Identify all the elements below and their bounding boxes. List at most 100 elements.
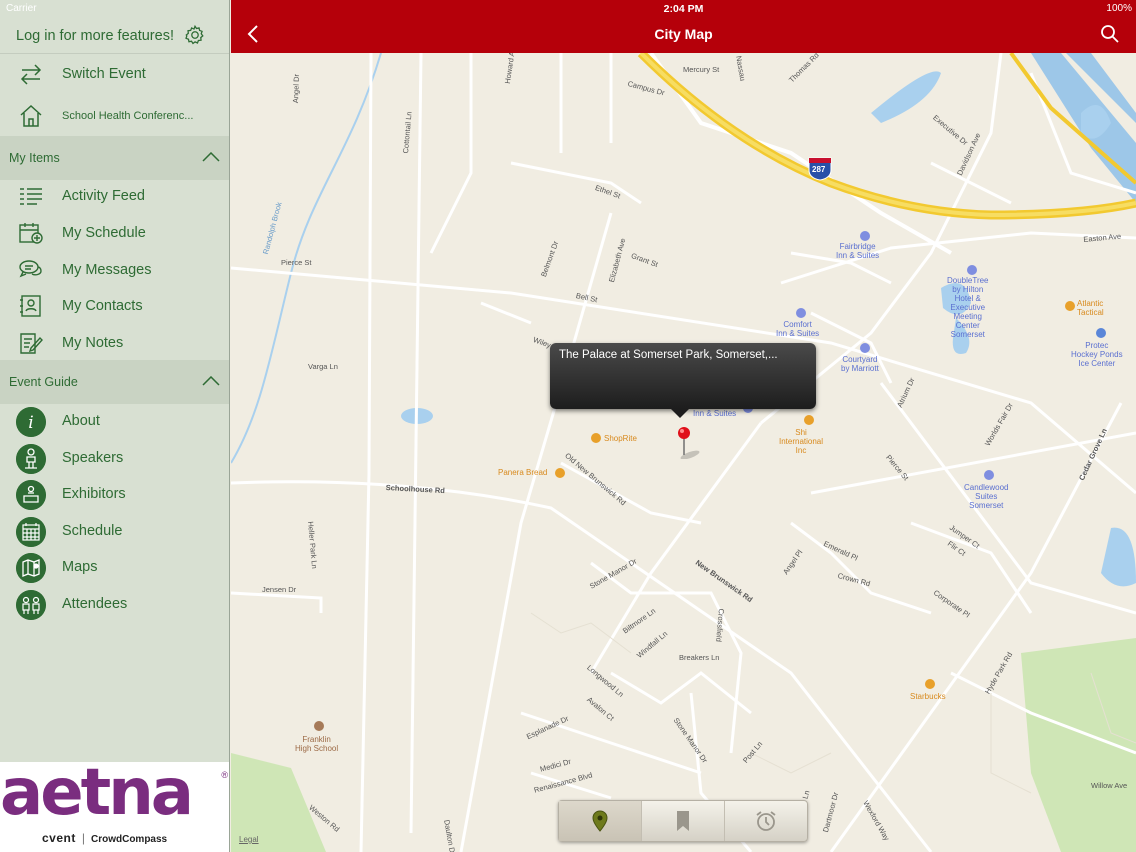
legal-link[interactable]: Legal — [239, 835, 259, 844]
street-label: Breakers Ln — [679, 653, 720, 662]
sidebar-item-exhibitors[interactable]: Exhibitors — [0, 476, 229, 512]
sidebar-item-activity-feed[interactable]: Activity Feed — [0, 178, 229, 214]
contact-card-icon — [20, 295, 41, 317]
hotel-marker[interactable] — [984, 470, 994, 480]
alarm-clock-icon — [756, 811, 776, 831]
status-time: 2:04 PM — [663, 3, 704, 15]
chevron-up-icon[interactable] — [202, 376, 220, 386]
location-button[interactable] — [559, 801, 642, 841]
alarm-button[interactable] — [725, 801, 807, 841]
sidebar-item-my-notes[interactable]: My Notes — [0, 325, 229, 361]
navigation-bar: 2:04 PM 100% City Map — [231, 0, 1136, 53]
street-label: Pierce St — [281, 258, 312, 267]
city-map[interactable]: 287 Mercury St Nassau Thomas Rd Campus D… — [231, 53, 1136, 852]
shop-marker[interactable] — [1065, 301, 1075, 311]
poi-label[interactable]: Inn & Suites — [693, 409, 736, 418]
sport-marker[interactable] — [1096, 328, 1106, 338]
my-items-header[interactable]: My Items — [0, 136, 229, 180]
poi-label[interactable]: DoubleTree by Hilton Hotel & Executive M… — [947, 276, 989, 339]
cvent-logo: cvent — [42, 831, 76, 845]
home-icon — [20, 104, 42, 127]
sidebar: Carrier Log in for more features! Switch… — [0, 0, 230, 852]
calendar-grid-icon — [16, 517, 46, 547]
sidebar-item-speakers[interactable]: Speakers — [0, 440, 229, 476]
exhibitors-label: Exhibitors — [62, 486, 126, 502]
search-icon[interactable] — [1100, 24, 1120, 44]
brand-separator: | — [81, 831, 85, 845]
poi-label[interactable]: Shi International Inc — [779, 428, 823, 455]
poi-label[interactable]: Starbucks — [910, 692, 946, 701]
bookmark-icon — [677, 811, 689, 831]
poi-label[interactable]: Protec Hockey Ponds Ice Center — [1071, 341, 1123, 368]
event-home-label: School Health Conferenc... — [62, 110, 194, 122]
map-pin-icon — [592, 810, 608, 832]
callout-title: The Palace at Somerset Park, Somerset,..… — [559, 349, 778, 361]
sidebar-item-my-messages[interactable]: My Messages — [0, 252, 229, 288]
poi-label[interactable]: Courtyard by Marriott — [841, 355, 879, 373]
location-callout[interactable]: The Palace at Somerset Park, Somerset,..… — [550, 343, 816, 418]
my-contacts-label: My Contacts — [62, 298, 143, 314]
poi-label[interactable]: Panera Bread — [498, 468, 547, 477]
status-carrier: Carrier — [6, 3, 37, 14]
event-home-item[interactable]: School Health Conferenc... — [0, 98, 229, 134]
hotel-marker[interactable] — [796, 308, 806, 318]
login-button[interactable]: Log in for more features! — [0, 18, 229, 54]
map-icon — [16, 553, 46, 583]
schedule-label: Schedule — [62, 523, 123, 539]
svg-text:i: i — [28, 413, 33, 433]
poi-label[interactable]: ShopRite — [604, 434, 637, 443]
app-root: Carrier Log in for more features! Switch… — [0, 0, 1136, 852]
shop-marker[interactable] — [591, 433, 601, 443]
hotel-marker[interactable] — [860, 343, 870, 353]
sidebar-item-about[interactable]: i About — [0, 403, 229, 439]
callout-tail — [670, 408, 690, 418]
street-label: Angel Dr — [291, 73, 302, 104]
food-marker[interactable] — [925, 679, 935, 689]
chevron-up-icon[interactable] — [202, 152, 220, 162]
my-notes-label: My Notes — [62, 335, 124, 351]
street-label: Jensen Dr — [262, 585, 297, 594]
switch-arrows-icon — [20, 64, 42, 85]
street-label: Varga Ln — [308, 362, 338, 371]
my-messages-label: My Messages — [62, 262, 152, 278]
event-guide-header[interactable]: Event Guide — [0, 360, 229, 404]
powered-by: cvent | CrowdCompass — [42, 831, 167, 845]
registered-mark: ® — [221, 770, 228, 780]
shop-marker[interactable] — [804, 415, 814, 425]
poi-label[interactable]: Franklin High School — [295, 735, 338, 753]
bookmark-button[interactable] — [642, 801, 725, 841]
hotel-marker[interactable] — [967, 265, 977, 275]
maps-label: Maps — [62, 559, 98, 575]
food-marker[interactable] — [555, 468, 565, 478]
gear-icon[interactable] — [184, 24, 206, 46]
street-label: Mercury St — [683, 65, 720, 74]
sidebar-item-schedule[interactable]: Schedule — [0, 513, 229, 549]
sidebar-item-my-schedule[interactable]: My Schedule — [0, 215, 229, 251]
activity-feed-label: Activity Feed — [62, 188, 145, 204]
map-toolbar — [558, 800, 808, 842]
map-pin-icon[interactable] — [676, 425, 702, 459]
info-icon: i — [16, 407, 46, 437]
list-icon — [20, 188, 42, 205]
aetna-logo: aetna — [0, 756, 194, 830]
street-label: Willow Ave — [1091, 781, 1128, 790]
poi-label[interactable]: Comfort Inn & Suites — [776, 320, 819, 338]
sidebar-item-maps[interactable]: Maps — [0, 549, 229, 585]
attendees-label: Attendees — [62, 596, 128, 612]
switch-event-label: Switch Event — [62, 66, 146, 82]
highway-shield-label: 287 — [812, 165, 826, 174]
poi-label[interactable]: Candlewood Suites Somerset — [964, 483, 1008, 510]
people-icon — [16, 590, 46, 620]
speakers-label: Speakers — [62, 450, 124, 466]
switch-event-item[interactable]: Switch Event — [0, 56, 229, 92]
hotel-marker[interactable] — [860, 231, 870, 241]
school-marker[interactable] — [314, 721, 324, 731]
sidebar-item-my-contacts[interactable]: My Contacts — [0, 288, 229, 324]
poi-label[interactable]: Fairbridge Inn & Suites — [836, 242, 879, 260]
note-pencil-icon — [20, 333, 43, 354]
status-battery: 100% — [1106, 3, 1132, 14]
crowdcompass-logo: CrowdCompass — [90, 834, 168, 845]
poi-label[interactable]: Atlantic Tactical — [1077, 299, 1104, 317]
sidebar-item-attendees[interactable]: Attendees — [0, 586, 229, 622]
sponsor-brand: aetna ® cvent | CrowdCompass — [0, 758, 229, 852]
